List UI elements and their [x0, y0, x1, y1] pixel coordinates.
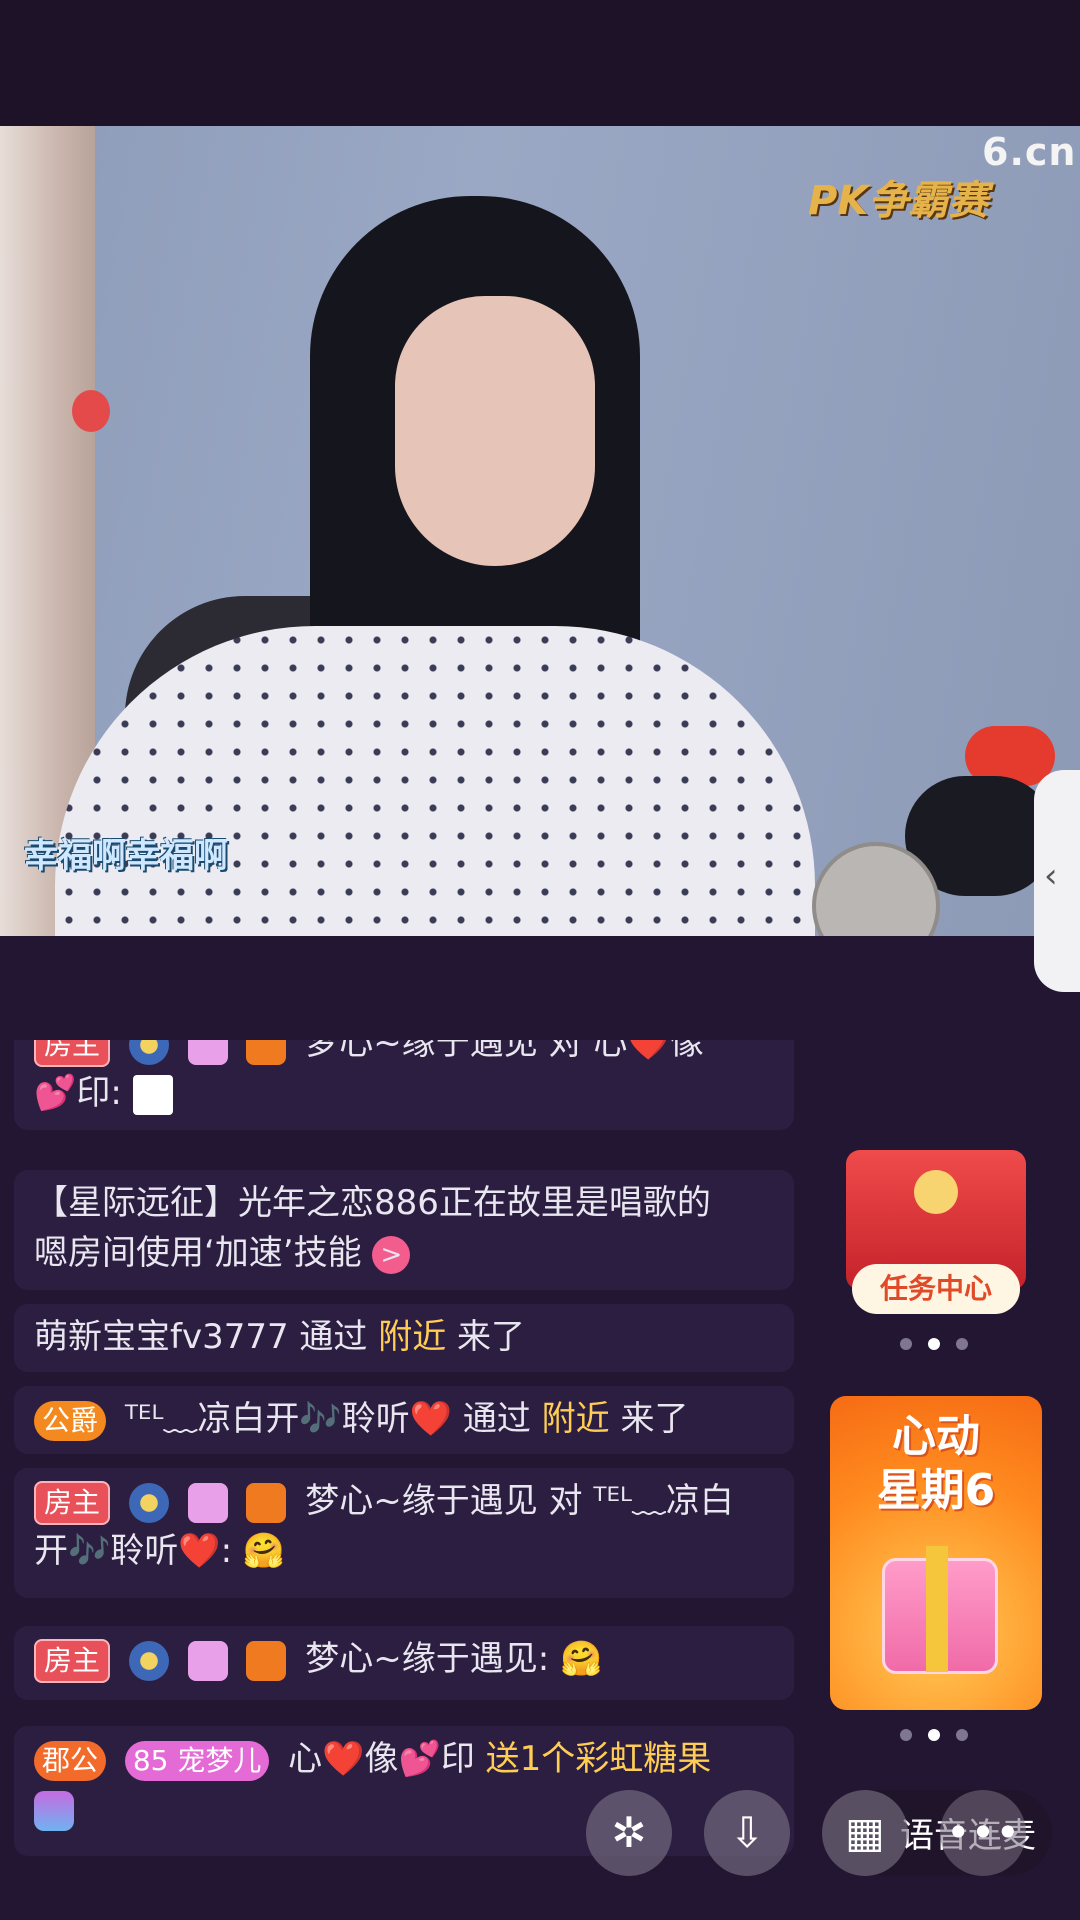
host-badge: 房主: [34, 1638, 111, 1683]
duke-badge: 公爵: [34, 1400, 107, 1441]
message-text: 嗯房间使用‘加速’技能: [34, 1233, 362, 1273]
side-drawer-tab[interactable]: ‹: [1034, 770, 1080, 992]
shield-icon: [128, 1640, 169, 1681]
chat-message: 房主 梦心~缘于遇见: 🤗: [14, 1626, 794, 1700]
source-highlight: 附近: [378, 1317, 447, 1357]
gift-highlight: 送1个彩虹糖果: [485, 1739, 712, 1779]
share-button[interactable]: ✲: [586, 1790, 672, 1876]
share-icon: ✲: [611, 1808, 647, 1857]
status-bar-area: [0, 0, 1080, 126]
download-icon: ⇩: [729, 1808, 765, 1857]
host-badge: 房主: [34, 1480, 111, 1525]
message-text: 来了: [446, 1317, 526, 1357]
grid-menu-button[interactable]: ▦: [822, 1790, 908, 1876]
chat-message: 公爵 ᵀᴱᴸ﹏凉白开🎶聆听❤️ 通过 附近 来了: [14, 1386, 794, 1454]
guard-badge-icon: [246, 1040, 287, 1065]
shield-icon: [128, 1482, 169, 1523]
cross-badge-icon: [187, 1482, 228, 1523]
streamer-face: [395, 296, 595, 566]
guard-badge-icon: [246, 1482, 287, 1523]
promo-banner[interactable]: 心动 星期6: [830, 1396, 1042, 1710]
more-button[interactable]: •••: [940, 1790, 1026, 1876]
message-text: 【星际远征】光年之恋886正在故里是唱歌的: [34, 1183, 711, 1223]
host-badge: 房主: [34, 1040, 111, 1067]
chat-message: 萌新宝宝fv3777 通过 附近 来了: [14, 1304, 794, 1372]
download-button[interactable]: ⇩: [704, 1790, 790, 1876]
message-text: 💕印:: [34, 1073, 122, 1113]
message-text: 萌新宝宝fv3777 通过: [34, 1317, 379, 1357]
chevron-right-icon[interactable]: >: [372, 1235, 411, 1274]
promo-carousel-dots: [892, 1726, 976, 1741]
promo-title-line1: 心动: [892, 1411, 980, 1462]
promo-title-line2: 星期6: [876, 1465, 996, 1516]
message-text: ᵀᴱᴸ﹏凉白开🎶聆听❤️ 通过: [124, 1399, 542, 1439]
message-text: 梦心~缘于遇见: 🤗: [305, 1639, 603, 1679]
grid-icon: ▦: [845, 1808, 885, 1857]
guard-badge-icon: [246, 1640, 287, 1681]
coin-icon: [914, 1170, 958, 1214]
pk-badge[interactable]: PK争霸赛: [808, 168, 988, 226]
chat-message: 郡公 85 宠梦儿 心❤️像💕印 送1个彩虹糖果: [14, 1726, 794, 1856]
cross-badge-icon: [187, 1040, 228, 1065]
live-video[interactable]: 6.cn PK争霸赛 幸福啊幸福啊: [0, 126, 1080, 936]
chat-message[interactable]: 【星际远征】光年之恋886正在故里是唱歌的 嗯房间使用‘加速’技能 >: [14, 1170, 794, 1290]
gift-icon: [34, 1790, 74, 1831]
message-text: 梦心~缘于遇见 对 ᵀᴱᴸ﹏凉白: [305, 1481, 734, 1521]
chevron-left-icon: ‹: [1044, 856, 1058, 896]
source-highlight: 附近: [541, 1399, 610, 1439]
cross-badge-icon: [187, 1640, 228, 1681]
streamer-name: 幸福啊幸福啊: [24, 836, 228, 876]
task-carousel-dots: [892, 1335, 976, 1350]
shield-icon: [128, 1040, 169, 1065]
fan-badge: 85 宠梦儿: [124, 1740, 270, 1781]
message-text: 来了: [609, 1399, 689, 1439]
chat-message: 房主 梦心~缘于遇见 对 ᵀᴱᴸ﹏凉白 开🎶聆听❤️: 🤗: [14, 1468, 794, 1598]
avatar-icon: [132, 1074, 173, 1115]
duke-badge: 郡公: [34, 1740, 107, 1781]
chat-list[interactable]: 房主 梦心~缘于遇见 对 心❤️像 💕印: 【星际远征】光年之恋886正在故里是…: [0, 1040, 800, 1920]
message-text: 开🎶聆听❤️: 🤗: [34, 1531, 286, 1571]
task-center-widget[interactable]: 任务中心: [846, 1150, 1026, 1320]
site-logo: 6.cn: [982, 130, 1077, 174]
message-text: 心❤️像💕印: [288, 1739, 486, 1779]
streamer-body: [55, 626, 815, 936]
message-text: 梦心~缘于遇见 对 心❤️像: [305, 1040, 704, 1063]
chat-message: 房主 梦心~缘于遇见 对 心❤️像 💕印:: [14, 1040, 794, 1130]
gift-ribbon: [926, 1546, 948, 1672]
more-icon: •••: [945, 1808, 1021, 1857]
task-center-label: 任务中心: [852, 1264, 1020, 1314]
balloon: [72, 390, 110, 432]
